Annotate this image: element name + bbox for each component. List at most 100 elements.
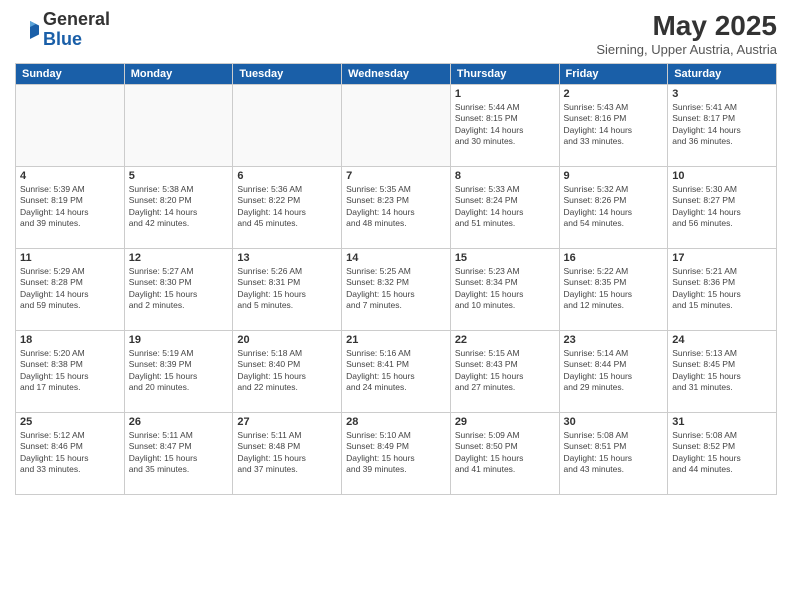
calendar-cell: 10 Sunrise: 5:30 AM Sunset: 8:27 PM Dayli… [668,167,777,249]
calendar-body: 1Sunrise: 5:44 AM Sunset: 8:15 PM Daylig… [16,85,777,495]
day-number: 10 [672,170,772,182]
calendar-cell: 29 Sunrise: 5:09 AM Sunset: 8:50 PM Dayli… [450,413,559,495]
day-number: 23 [564,334,664,346]
weekday-header-row: SundayMondayTuesdayWednesdayThursdayFrid… [16,64,777,85]
day-info: Sunrise: 5:13 AM Sunset: 8:45 PM Dayligh… [672,348,772,394]
title-block: May 2025 Sierning, Upper Austria, Austri… [596,10,777,57]
day-info: Sunrise: 5:32 AM Sunset: 8:26 PM Dayligh… [564,184,664,230]
day-number: 22 [455,334,555,346]
day-number: 9 [564,170,664,182]
day-number: 15 [455,252,555,264]
day-info: Sunrise: 5:09 AM Sunset: 8:50 PM Dayligh… [455,430,555,476]
day-number: 11 [20,252,120,264]
weekday-header: Sunday [16,64,125,85]
day-info: Sunrise: 5:30 AM Sunset: 8:27 PM Dayligh… [672,184,772,230]
day-number: 24 [672,334,772,346]
weekday-header: Saturday [668,64,777,85]
logo-text: General Blue [43,10,110,50]
header: General Blue May 2025 Sierning, Upper Au… [15,10,777,57]
calendar-title: May 2025 [596,10,777,42]
calendar-week-row: 4Sunrise: 5:39 AM Sunset: 8:19 PM Daylig… [16,167,777,249]
calendar-week-row: 1Sunrise: 5:44 AM Sunset: 8:15 PM Daylig… [16,85,777,167]
day-info: Sunrise: 5:44 AM Sunset: 8:15 PM Dayligh… [455,102,555,148]
calendar-cell: 1Sunrise: 5:44 AM Sunset: 8:15 PM Daylig… [450,85,559,167]
calendar-cell: 16Sunrise: 5:22 AM Sunset: 8:35 PM Dayli… [559,249,668,331]
day-number: 5 [129,170,229,182]
day-number: 14 [346,252,446,264]
day-number: 27 [237,416,337,428]
day-info: Sunrise: 5:27 AM Sunset: 8:30 PM Dayligh… [129,266,229,312]
calendar-cell: 31Sunrise: 5:08 AM Sunset: 8:52 PM Dayli… [668,413,777,495]
logo-general: General [43,9,110,29]
calendar-cell: 21 Sunrise: 5:16 AM Sunset: 8:41 PM Dayli… [342,331,451,413]
day-info: Sunrise: 5:08 AM Sunset: 8:51 PM Dayligh… [564,430,664,476]
day-info: Sunrise: 5:36 AM Sunset: 8:22 PM Dayligh… [237,184,337,230]
calendar-cell [233,85,342,167]
page: General Blue May 2025 Sierning, Upper Au… [0,0,792,612]
day-number: 2 [564,88,664,100]
day-info: Sunrise: 5:38 AM Sunset: 8:20 PM Dayligh… [129,184,229,230]
calendar-cell: 30 Sunrise: 5:08 AM Sunset: 8:51 PM Dayli… [559,413,668,495]
day-info: Sunrise: 5:15 AM Sunset: 8:43 PM Dayligh… [455,348,555,394]
day-number: 17 [672,252,772,264]
calendar-cell: 18 Sunrise: 5:20 AM Sunset: 8:38 PM Dayli… [16,331,125,413]
day-info: Sunrise: 5:18 AM Sunset: 8:40 PM Dayligh… [237,348,337,394]
calendar-week-row: 18 Sunrise: 5:20 AM Sunset: 8:38 PM Dayli… [16,331,777,413]
calendar-cell: 8 Sunrise: 5:33 AM Sunset: 8:24 PM Daylig… [450,167,559,249]
day-info: Sunrise: 5:11 AM Sunset: 8:48 PM Dayligh… [237,430,337,476]
day-info: Sunrise: 5:26 AM Sunset: 8:31 PM Dayligh… [237,266,337,312]
calendar-cell: 9 Sunrise: 5:32 AM Sunset: 8:26 PM Daylig… [559,167,668,249]
day-info: Sunrise: 5:39 AM Sunset: 8:19 PM Dayligh… [20,184,120,230]
calendar-cell: 24 Sunrise: 5:13 AM Sunset: 8:45 PM Dayli… [668,331,777,413]
day-number: 18 [20,334,120,346]
weekday-header: Monday [124,64,233,85]
calendar-week-row: 25Sunrise: 5:12 AM Sunset: 8:46 PM Dayli… [16,413,777,495]
day-info: Sunrise: 5:43 AM Sunset: 8:16 PM Dayligh… [564,102,664,148]
day-number: 21 [346,334,446,346]
calendar-cell: 28 Sunrise: 5:10 AM Sunset: 8:49 PM Dayli… [342,413,451,495]
calendar-cell: 13 Sunrise: 5:26 AM Sunset: 8:31 PM Dayli… [233,249,342,331]
calendar-cell: 20Sunrise: 5:18 AM Sunset: 8:40 PM Dayli… [233,331,342,413]
day-info: Sunrise: 5:33 AM Sunset: 8:24 PM Dayligh… [455,184,555,230]
day-info: Sunrise: 5:41 AM Sunset: 8:17 PM Dayligh… [672,102,772,148]
day-info: Sunrise: 5:22 AM Sunset: 8:35 PM Dayligh… [564,266,664,312]
calendar-table: SundayMondayTuesdayWednesdayThursdayFrid… [15,63,777,495]
day-number: 31 [672,416,772,428]
day-info: Sunrise: 5:23 AM Sunset: 8:34 PM Dayligh… [455,266,555,312]
day-info: Sunrise: 5:35 AM Sunset: 8:23 PM Dayligh… [346,184,446,230]
day-number: 12 [129,252,229,264]
day-info: Sunrise: 5:14 AM Sunset: 8:44 PM Dayligh… [564,348,664,394]
day-info: Sunrise: 5:29 AM Sunset: 8:28 PM Dayligh… [20,266,120,312]
calendar-cell: 19Sunrise: 5:19 AM Sunset: 8:39 PM Dayli… [124,331,233,413]
day-number: 19 [129,334,229,346]
calendar-cell: 22 Sunrise: 5:15 AM Sunset: 8:43 PM Dayli… [450,331,559,413]
weekday-header: Friday [559,64,668,85]
calendar-cell: 6Sunrise: 5:36 AM Sunset: 8:22 PM Daylig… [233,167,342,249]
calendar-cell: 17 Sunrise: 5:21 AM Sunset: 8:36 PM Dayli… [668,249,777,331]
calendar-cell: 27 Sunrise: 5:11 AM Sunset: 8:48 PM Dayli… [233,413,342,495]
calendar-header: SundayMondayTuesdayWednesdayThursdayFrid… [16,64,777,85]
calendar-cell [124,85,233,167]
weekday-header: Wednesday [342,64,451,85]
day-number: 28 [346,416,446,428]
day-number: 13 [237,252,337,264]
day-info: Sunrise: 5:20 AM Sunset: 8:38 PM Dayligh… [20,348,120,394]
calendar-cell: 11 Sunrise: 5:29 AM Sunset: 8:28 PM Dayli… [16,249,125,331]
day-number: 8 [455,170,555,182]
calendar-week-row: 11 Sunrise: 5:29 AM Sunset: 8:28 PM Dayli… [16,249,777,331]
calendar-cell [342,85,451,167]
day-info: Sunrise: 5:10 AM Sunset: 8:49 PM Dayligh… [346,430,446,476]
day-number: 25 [20,416,120,428]
calendar-cell: 3Sunrise: 5:41 AM Sunset: 8:17 PM Daylig… [668,85,777,167]
calendar-cell: 4Sunrise: 5:39 AM Sunset: 8:19 PM Daylig… [16,167,125,249]
calendar-cell: 14Sunrise: 5:25 AM Sunset: 8:32 PM Dayli… [342,249,451,331]
day-info: Sunrise: 5:16 AM Sunset: 8:41 PM Dayligh… [346,348,446,394]
logo-icon [15,18,39,42]
calendar-cell: 23 Sunrise: 5:14 AM Sunset: 8:44 PM Dayli… [559,331,668,413]
calendar-cell [16,85,125,167]
calendar-cell: 26Sunrise: 5:11 AM Sunset: 8:47 PM Dayli… [124,413,233,495]
calendar-subtitle: Sierning, Upper Austria, Austria [596,42,777,57]
day-number: 30 [564,416,664,428]
day-info: Sunrise: 5:21 AM Sunset: 8:36 PM Dayligh… [672,266,772,312]
day-number: 29 [455,416,555,428]
